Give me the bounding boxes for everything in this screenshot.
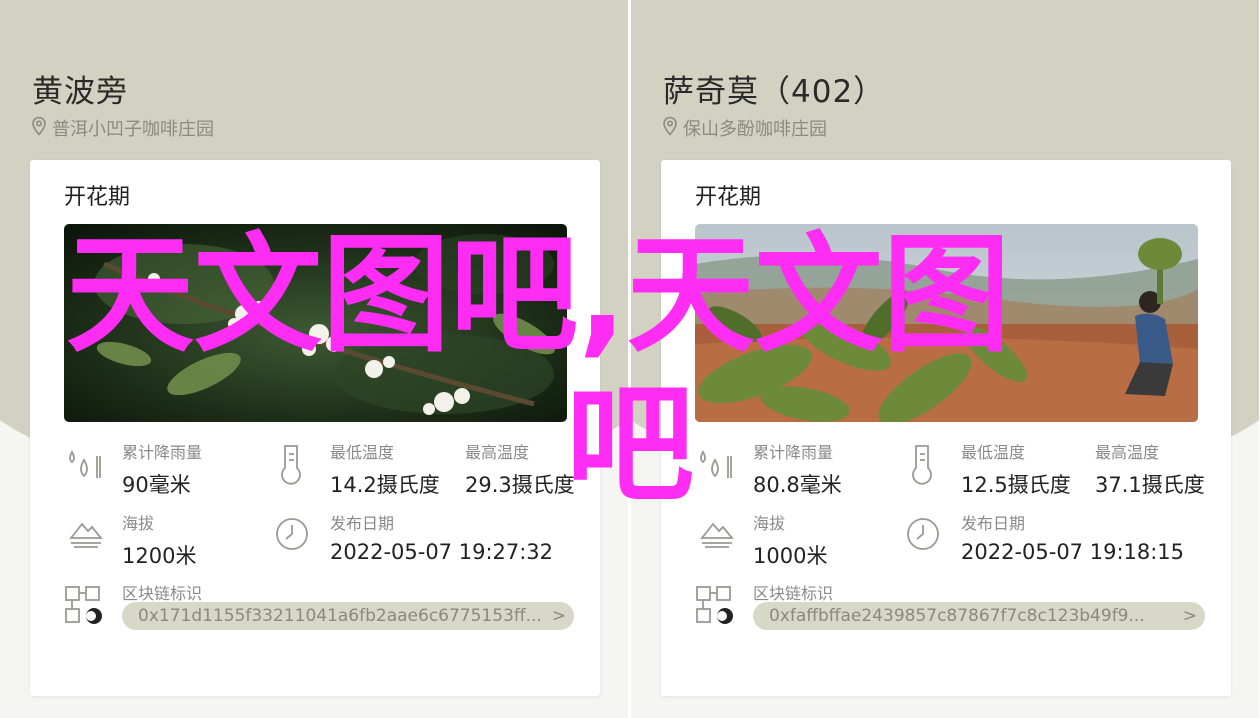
blockchain-hash: 0xfaffbffae2439857c87867f7c8c123b49f9... <box>769 606 1145 626</box>
publish-date-value: 2022-05-07 19:18:15 <box>961 540 1185 564</box>
product-title: 黄波旁 <box>32 74 128 110</box>
publish-date-label: 发布日期 <box>961 514 1026 533</box>
mountain-icon <box>68 516 104 550</box>
blockchain-label-wrap: 区块链标识 <box>122 580 202 604</box>
min-temp-value: 12.5摄氏度 <box>961 473 1071 497</box>
blockchain-icon <box>695 584 737 628</box>
rainfall-label: 累计降雨量 <box>122 443 203 462</box>
blockchain-hash-button[interactable]: 0x171d1155f33211041a6fb2aae6c6775153ff..… <box>122 602 574 630</box>
altitude-label: 海拔 <box>122 514 155 533</box>
altitude-stat: 海拔 1000米 <box>753 510 827 570</box>
max-temp-value: 37.1摄氏度 <box>1095 473 1205 497</box>
rain-drops-icon <box>66 446 104 486</box>
blockchain-hash: 0x171d1155f33211041a6fb2aae6c6775153ff..… <box>138 606 542 626</box>
rainfall-stat: 累计降雨量 80.8毫米 <box>753 439 842 499</box>
publish-date-stat: 发布日期 2022-05-07 19:18:15 <box>961 510 1184 564</box>
min-temp-label: 最低温度 <box>330 443 395 462</box>
min-temp-label: 最低温度 <box>961 443 1026 462</box>
section-title: 开花期 <box>64 185 131 210</box>
max-temp-value: 29.3摄氏度 <box>465 473 575 497</box>
location-pin-icon <box>30 116 48 141</box>
section-title: 开花期 <box>695 185 762 210</box>
chevron-right-icon: > <box>551 606 566 626</box>
min-temp-stat: 最低温度 12.5摄氏度 <box>961 439 1071 499</box>
max-temp-label: 最高温度 <box>1095 443 1160 462</box>
altitude-stat: 海拔 1200米 <box>122 510 196 570</box>
thermometer-icon <box>907 442 937 486</box>
publish-date-value: 2022-05-07 19:27:32 <box>330 540 554 564</box>
blockchain-label: 区块链标识 <box>753 584 834 603</box>
publish-date-stat: 发布日期 2022-05-07 19:27:32 <box>330 510 553 564</box>
watermark-line-2: 吧 <box>566 371 695 520</box>
min-temp-stat: 最低温度 14.2摄氏度 <box>330 439 440 499</box>
blockchain-label: 区块链标识 <box>122 584 203 603</box>
altitude-label: 海拔 <box>753 514 786 533</box>
product-title: 萨奇莫（402） <box>663 74 886 110</box>
max-temp-stat: 最高温度 29.3摄氏度 <box>465 439 575 499</box>
rainfall-stat: 累计降雨量 90毫米 <box>122 439 202 499</box>
location-text: 普洱小凹子咖啡庄园 <box>52 119 214 140</box>
location-pin-icon <box>661 116 679 141</box>
rain-drops-icon <box>697 446 735 486</box>
blockchain-icon <box>64 584 106 628</box>
rainfall-value: 80.8毫米 <box>753 473 842 497</box>
rainfall-value: 90毫米 <box>122 473 191 497</box>
chevron-right-icon: > <box>1182 606 1197 626</box>
clock-icon <box>274 516 310 552</box>
location-row: 保山多酚咖啡庄园 <box>661 115 827 141</box>
altitude-value: 1000米 <box>753 544 828 568</box>
mountain-icon <box>699 516 735 550</box>
blockchain-label-wrap: 区块链标识 <box>753 580 833 604</box>
max-temp-stat: 最高温度 37.1摄氏度 <box>1095 439 1205 499</box>
blockchain-hash-button[interactable]: 0xfaffbffae2439857c87867f7c8c123b49f9...… <box>753 602 1205 630</box>
watermark-line-1: 天文图吧,天文图 <box>66 221 1011 370</box>
min-temp-value: 14.2摄氏度 <box>330 473 440 497</box>
max-temp-label: 最高温度 <box>465 443 530 462</box>
rainfall-label: 累计降雨量 <box>753 443 834 462</box>
location-text: 保山多酚咖啡庄园 <box>683 119 827 140</box>
clock-icon <box>905 516 941 552</box>
thermometer-icon <box>276 442 306 486</box>
publish-date-label: 发布日期 <box>330 514 395 533</box>
location-row: 普洱小凹子咖啡庄园 <box>30 115 214 141</box>
altitude-value: 1200米 <box>122 544 197 568</box>
